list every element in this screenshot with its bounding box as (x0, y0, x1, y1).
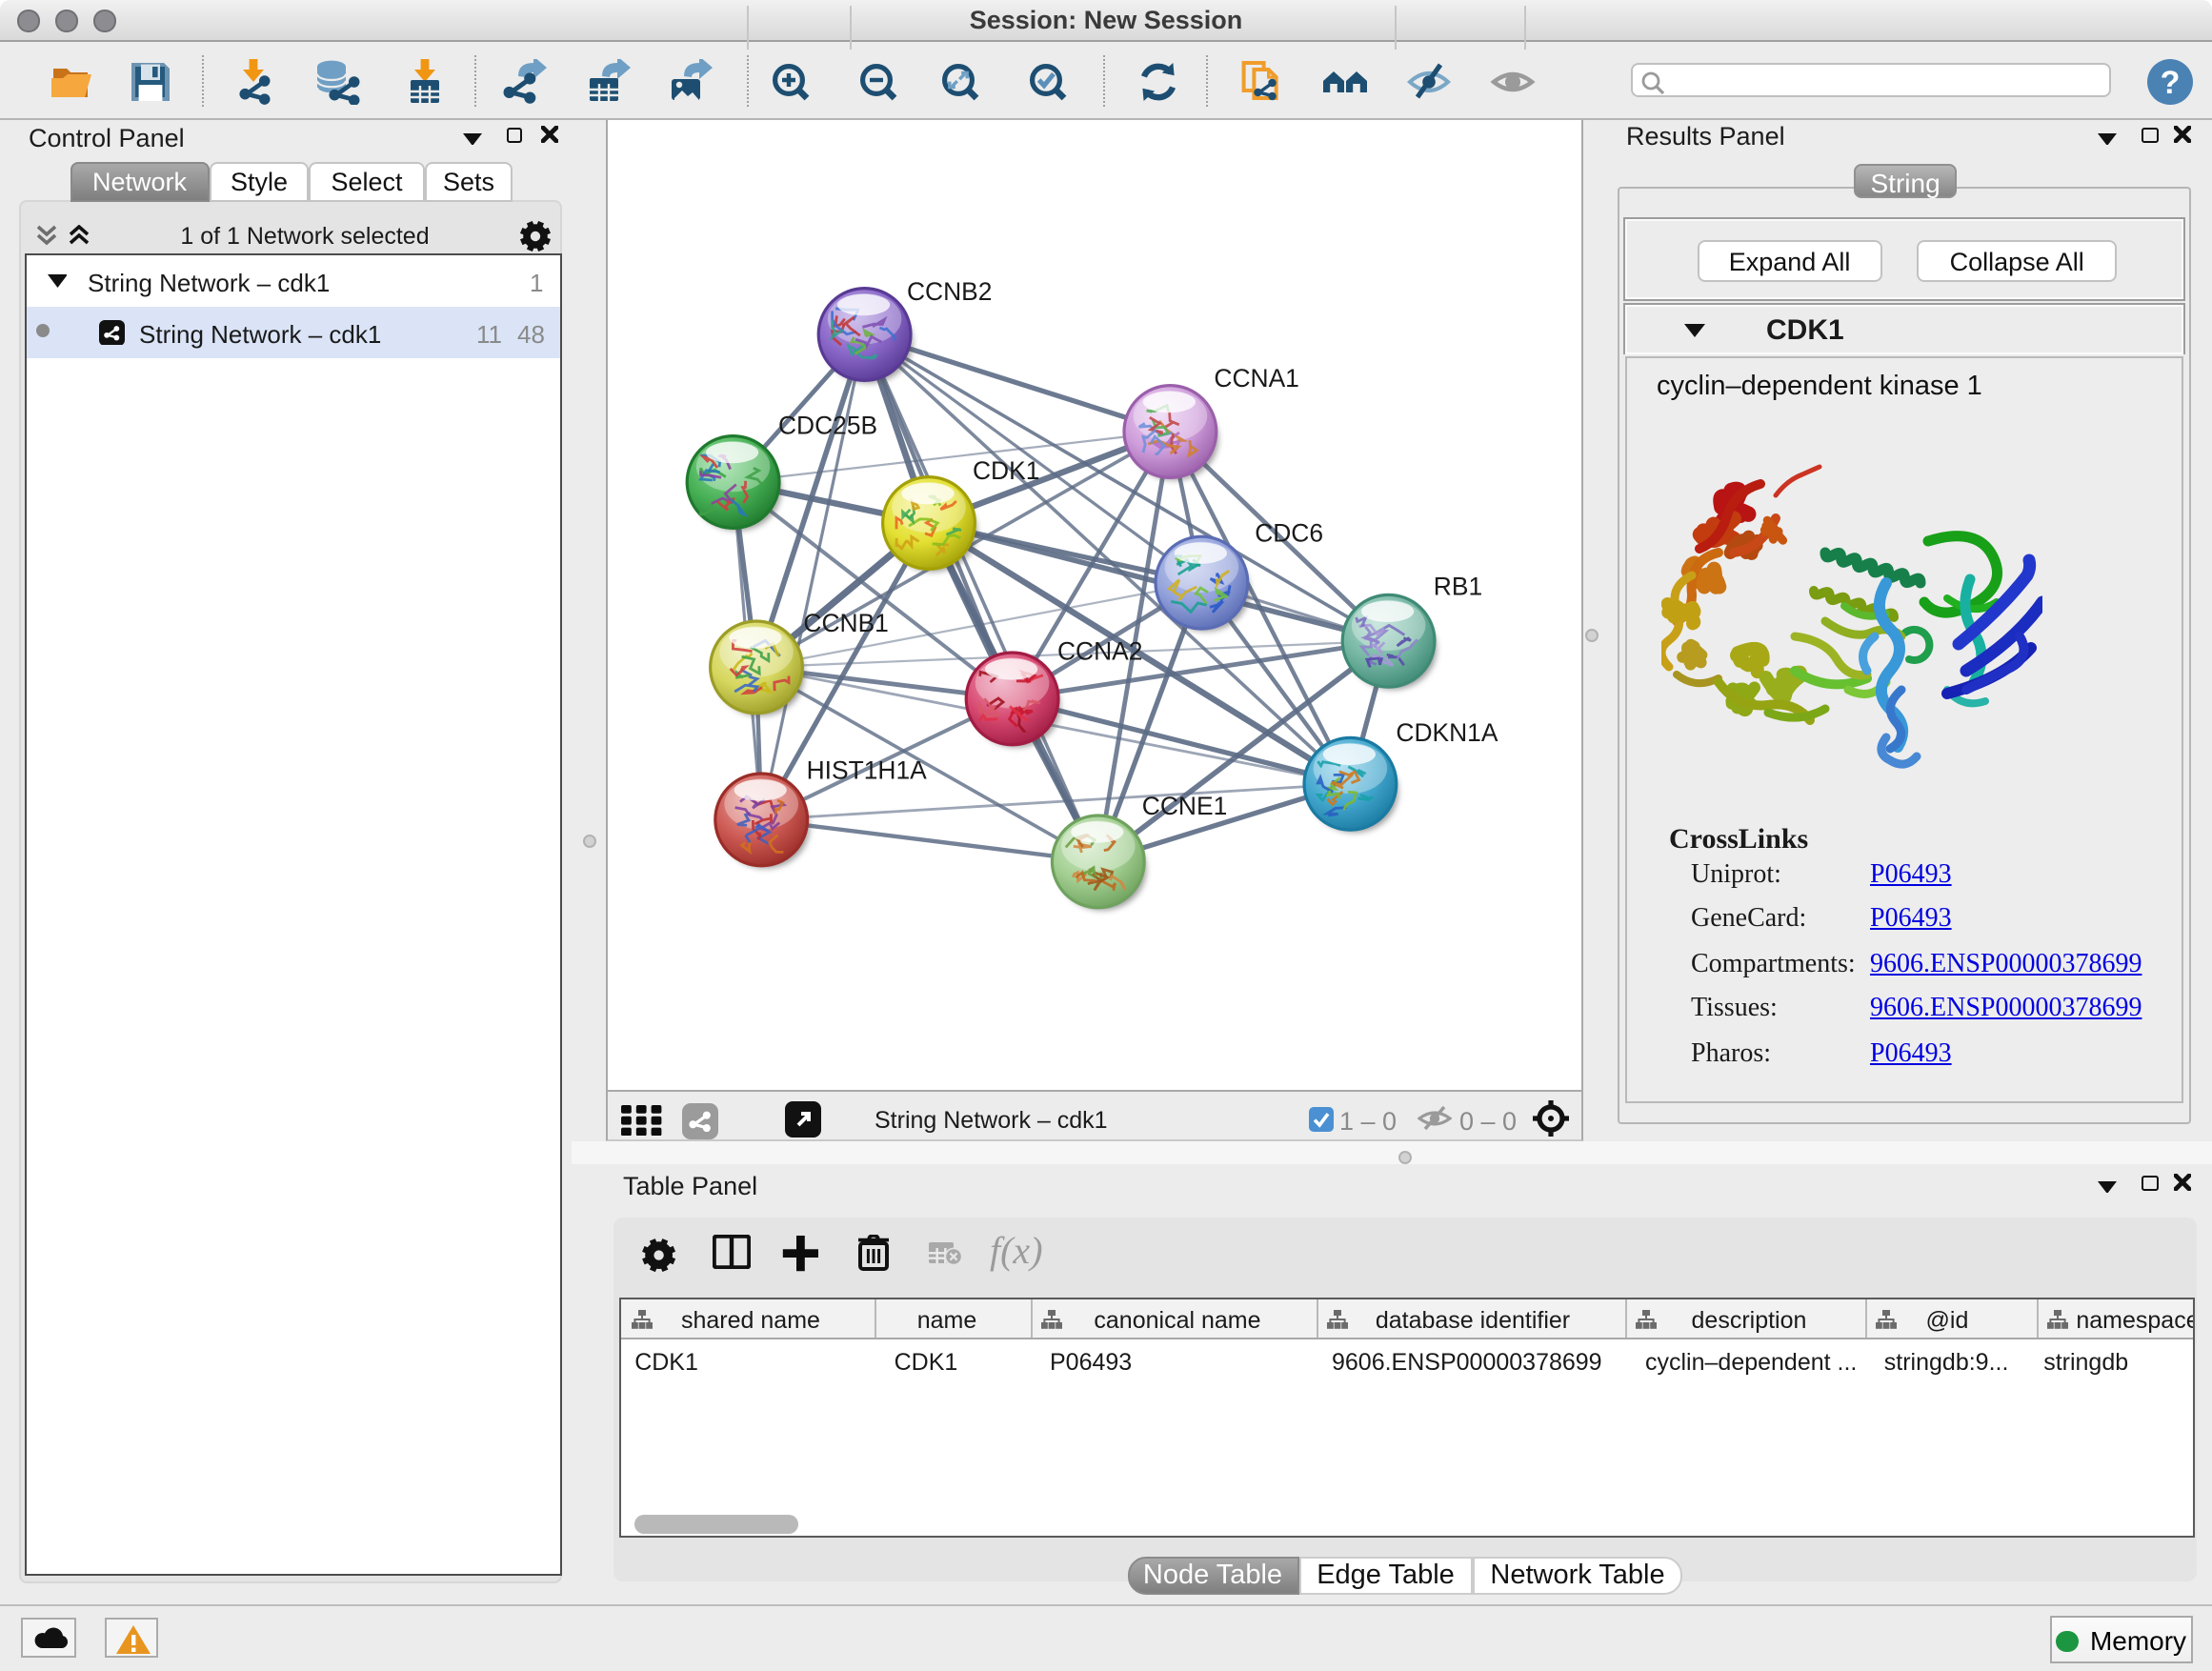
svg-text:CDK1: CDK1 (972, 455, 1038, 484)
svg-text:CDC6: CDC6 (1254, 518, 1322, 547)
svg-text:CCNA1: CCNA1 (1213, 363, 1297, 392)
svg-text:?: ? (2161, 64, 2181, 100)
svg-text:CDKN1A: CDKN1A (1395, 717, 1497, 746)
svg-text:CCNB1: CCNB1 (802, 608, 887, 636)
svg-text:RB1: RB1 (1433, 572, 1481, 600)
svg-text:HIST1H1A: HIST1H1A (806, 755, 927, 784)
svg-text:CCNA2: CCNA2 (1056, 635, 1141, 664)
svg-text:CCNB2: CCNB2 (906, 276, 991, 305)
svg-text:CCNE1: CCNE1 (1141, 791, 1226, 819)
svg-text:CDC25B: CDC25B (777, 410, 876, 438)
